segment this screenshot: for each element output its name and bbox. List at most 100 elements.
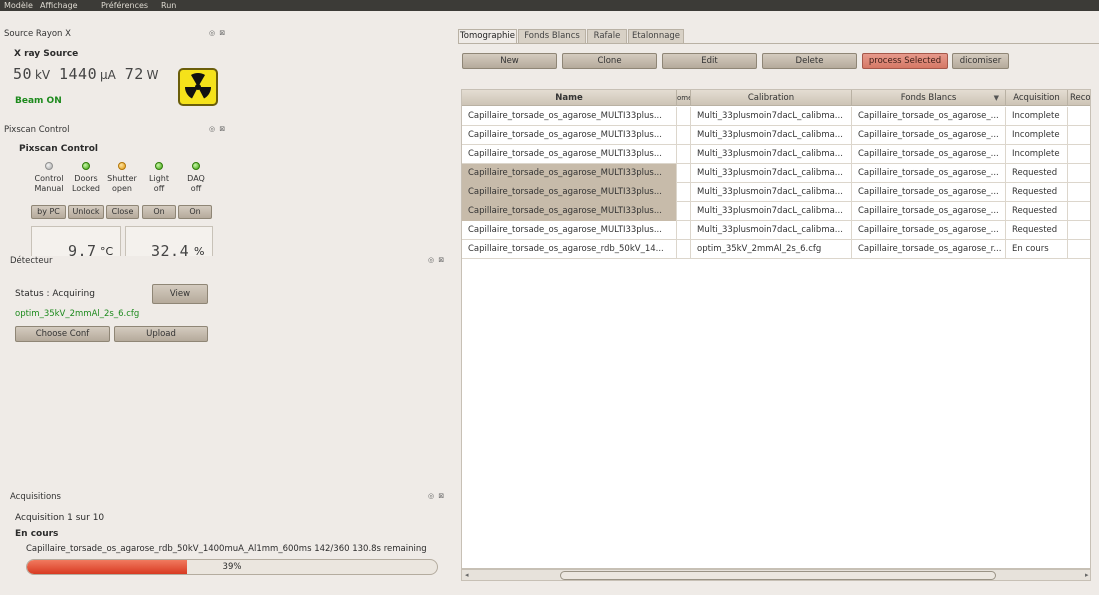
scroll-right-arrow-icon[interactable]: ▸ xyxy=(1085,571,1089,579)
cell-name[interactable]: Capillaire_torsade_os_agarose_MULTI33plu… xyxy=(462,164,677,183)
new-button[interactable]: New xyxy=(462,53,557,69)
cell-fonds-blancs[interactable]: Capillaire_torsade_os_agarose_... xyxy=(852,221,1006,240)
tomography-table[interactable]: Name ome Calibration Fonds Blancs ▼ Acqu… xyxy=(461,89,1091,569)
cell-comment[interactable] xyxy=(677,145,691,164)
cell-name[interactable]: Capillaire_torsade_os_agarose_MULTI33plu… xyxy=(462,107,677,126)
cell-name[interactable]: Capillaire_torsade_os_agarose_MULTI33plu… xyxy=(462,183,677,202)
cell-fonds-blancs[interactable]: Capillaire_torsade_os_agarose_... xyxy=(852,145,1006,164)
delete-button[interactable]: Delete xyxy=(762,53,857,69)
unlock-button[interactable]: Unlock xyxy=(68,205,104,219)
cell-recon[interactable] xyxy=(1068,202,1090,221)
acquisition-state: En cours xyxy=(15,529,59,539)
dock-float-close-icons[interactable]: ◎ ⊠ xyxy=(428,492,445,500)
cell-calibration[interactable]: Multi_33plusmoin7dacL_calibma... xyxy=(691,183,852,202)
kv-unit: kV xyxy=(34,68,51,82)
scrollbar-thumb[interactable] xyxy=(560,571,996,580)
cell-comment[interactable] xyxy=(677,126,691,145)
choose-conf-button[interactable]: Choose Conf xyxy=(15,326,110,342)
cell-name[interactable]: Capillaire_torsade_os_agarose_MULTI33plu… xyxy=(462,202,677,221)
table-row[interactable]: Capillaire_torsade_os_agarose_MULTI33plu… xyxy=(462,202,1090,221)
cell-acquisition[interactable]: Incomplete xyxy=(1006,126,1068,145)
by-pc-button[interactable]: by PC xyxy=(31,205,66,219)
cell-comment[interactable] xyxy=(677,107,691,126)
table-row[interactable]: Capillaire_torsade_os_agarose_MULTI33plu… xyxy=(462,126,1090,145)
table-row[interactable]: Capillaire_torsade_os_agarose_MULTI33plu… xyxy=(462,107,1090,126)
tab-tomographie[interactable]: Tomographie xyxy=(458,29,517,43)
cell-calibration[interactable]: optim_35kV_2mmAl_2s_6.cfg xyxy=(691,240,852,259)
cell-name[interactable]: Capillaire_torsade_os_agarose_rdb_50kV_1… xyxy=(462,240,677,259)
menu-preferences[interactable]: Préférences xyxy=(101,0,148,11)
table-row[interactable]: Capillaire_torsade_os_agarose_MULTI33plu… xyxy=(462,145,1090,164)
header-comment[interactable]: ome xyxy=(677,90,691,106)
tab-fonds-blancs[interactable]: Fonds Blancs xyxy=(518,29,586,43)
cell-name[interactable]: Capillaire_torsade_os_agarose_MULTI33plu… xyxy=(462,126,677,145)
cell-acquisition[interactable]: Requested xyxy=(1006,202,1068,221)
cell-calibration[interactable]: Multi_33plusmoin7dacL_calibma... xyxy=(691,126,852,145)
cell-comment[interactable] xyxy=(677,202,691,221)
dock-float-close-icons[interactable]: ◎ ⊠ xyxy=(428,256,445,264)
dock-title-source-rayon-x: Source Rayon X xyxy=(4,29,71,39)
cell-recon[interactable] xyxy=(1068,164,1090,183)
cell-fonds-blancs[interactable]: Capillaire_torsade_os_agarose_... xyxy=(852,202,1006,221)
tab-etalonnage[interactable]: Etalonnage xyxy=(628,29,684,43)
daq-on-button[interactable]: On xyxy=(178,205,212,219)
cell-fonds-blancs[interactable]: Capillaire_torsade_os_agarose_... xyxy=(852,183,1006,202)
header-calibration[interactable]: Calibration xyxy=(691,90,852,106)
cell-fonds-blancs[interactable]: Capillaire_torsade_os_agarose_... xyxy=(852,107,1006,126)
cell-fonds-blancs[interactable]: Capillaire_torsade_os_agarose_r... xyxy=(852,240,1006,259)
menu-run[interactable]: Run xyxy=(161,0,176,11)
cell-comment[interactable] xyxy=(677,164,691,183)
table-row[interactable]: Capillaire_torsade_os_agarose_MULTI33plu… xyxy=(462,221,1090,240)
header-acquisition[interactable]: Acquisition xyxy=(1006,90,1068,106)
humidity-value: 32.4 xyxy=(151,242,190,260)
menu-affichage[interactable]: Affichage xyxy=(40,0,78,11)
cell-comment[interactable] xyxy=(677,183,691,202)
table-row[interactable]: Capillaire_torsade_os_agarose_MULTI33plu… xyxy=(462,164,1090,183)
dock-float-close-icons[interactable]: ◎ ⊠ xyxy=(209,125,226,133)
tab-rafale[interactable]: Rafale xyxy=(587,29,627,43)
temperature-value: 9.7 xyxy=(68,242,97,260)
cell-calibration[interactable]: Multi_33plusmoin7dacL_calibma... xyxy=(691,202,852,221)
cell-acquisition[interactable]: Requested xyxy=(1006,221,1068,240)
header-name[interactable]: Name xyxy=(462,90,677,106)
cell-recon[interactable] xyxy=(1068,126,1090,145)
scroll-left-arrow-icon[interactable]: ◂ xyxy=(465,571,469,579)
cell-calibration[interactable]: Multi_33plusmoin7dacL_calibma... xyxy=(691,107,852,126)
table-row[interactable]: Capillaire_torsade_os_agarose_rdb_50kV_1… xyxy=(462,240,1090,259)
dock-float-close-icons[interactable]: ◎ ⊠ xyxy=(209,29,226,37)
beam-status: Beam ON xyxy=(15,96,62,106)
cell-recon[interactable] xyxy=(1068,221,1090,240)
close-shutter-button[interactable]: Close xyxy=(106,205,139,219)
light-on-button[interactable]: On xyxy=(142,205,176,219)
header-fonds-blancs[interactable]: Fonds Blancs ▼ xyxy=(852,90,1006,106)
upload-button[interactable]: Upload xyxy=(114,326,208,342)
cell-recon[interactable] xyxy=(1068,240,1090,259)
cell-acquisition[interactable]: En cours xyxy=(1006,240,1068,259)
cell-calibration[interactable]: Multi_33plusmoin7dacL_calibma... xyxy=(691,164,852,183)
cell-calibration[interactable]: Multi_33plusmoin7dacL_calibma... xyxy=(691,221,852,240)
cell-recon[interactable] xyxy=(1068,183,1090,202)
edit-button[interactable]: Edit xyxy=(662,53,757,69)
dock-title-pixscan: Pixscan Control xyxy=(4,125,70,135)
cell-name[interactable]: Capillaire_torsade_os_agarose_MULTI33plu… xyxy=(462,221,677,240)
process-selected-button[interactable]: process Selected xyxy=(862,53,948,69)
cell-name[interactable]: Capillaire_torsade_os_agarose_MULTI33plu… xyxy=(462,145,677,164)
cell-comment[interactable] xyxy=(677,221,691,240)
cell-fonds-blancs[interactable]: Capillaire_torsade_os_agarose_... xyxy=(852,164,1006,183)
cell-acquisition[interactable]: Incomplete xyxy=(1006,145,1068,164)
cell-calibration[interactable]: Multi_33plusmoin7dacL_calibma... xyxy=(691,145,852,164)
cell-comment[interactable] xyxy=(677,240,691,259)
cell-acquisition[interactable]: Requested xyxy=(1006,183,1068,202)
light-state: off xyxy=(153,184,165,193)
view-button[interactable]: View xyxy=(152,284,208,304)
clone-button[interactable]: Clone xyxy=(562,53,657,69)
header-recon[interactable]: Recon xyxy=(1068,90,1090,106)
cell-recon[interactable] xyxy=(1068,145,1090,164)
cell-acquisition[interactable]: Incomplete xyxy=(1006,107,1068,126)
dicomiser-button[interactable]: dicomiser xyxy=(952,53,1009,69)
menu-modele[interactable]: Modèle xyxy=(4,0,33,11)
cell-acquisition[interactable]: Requested xyxy=(1006,164,1068,183)
cell-fonds-blancs[interactable]: Capillaire_torsade_os_agarose_... xyxy=(852,126,1006,145)
cell-recon[interactable] xyxy=(1068,107,1090,126)
table-row[interactable]: Capillaire_torsade_os_agarose_MULTI33plu… xyxy=(462,183,1090,202)
